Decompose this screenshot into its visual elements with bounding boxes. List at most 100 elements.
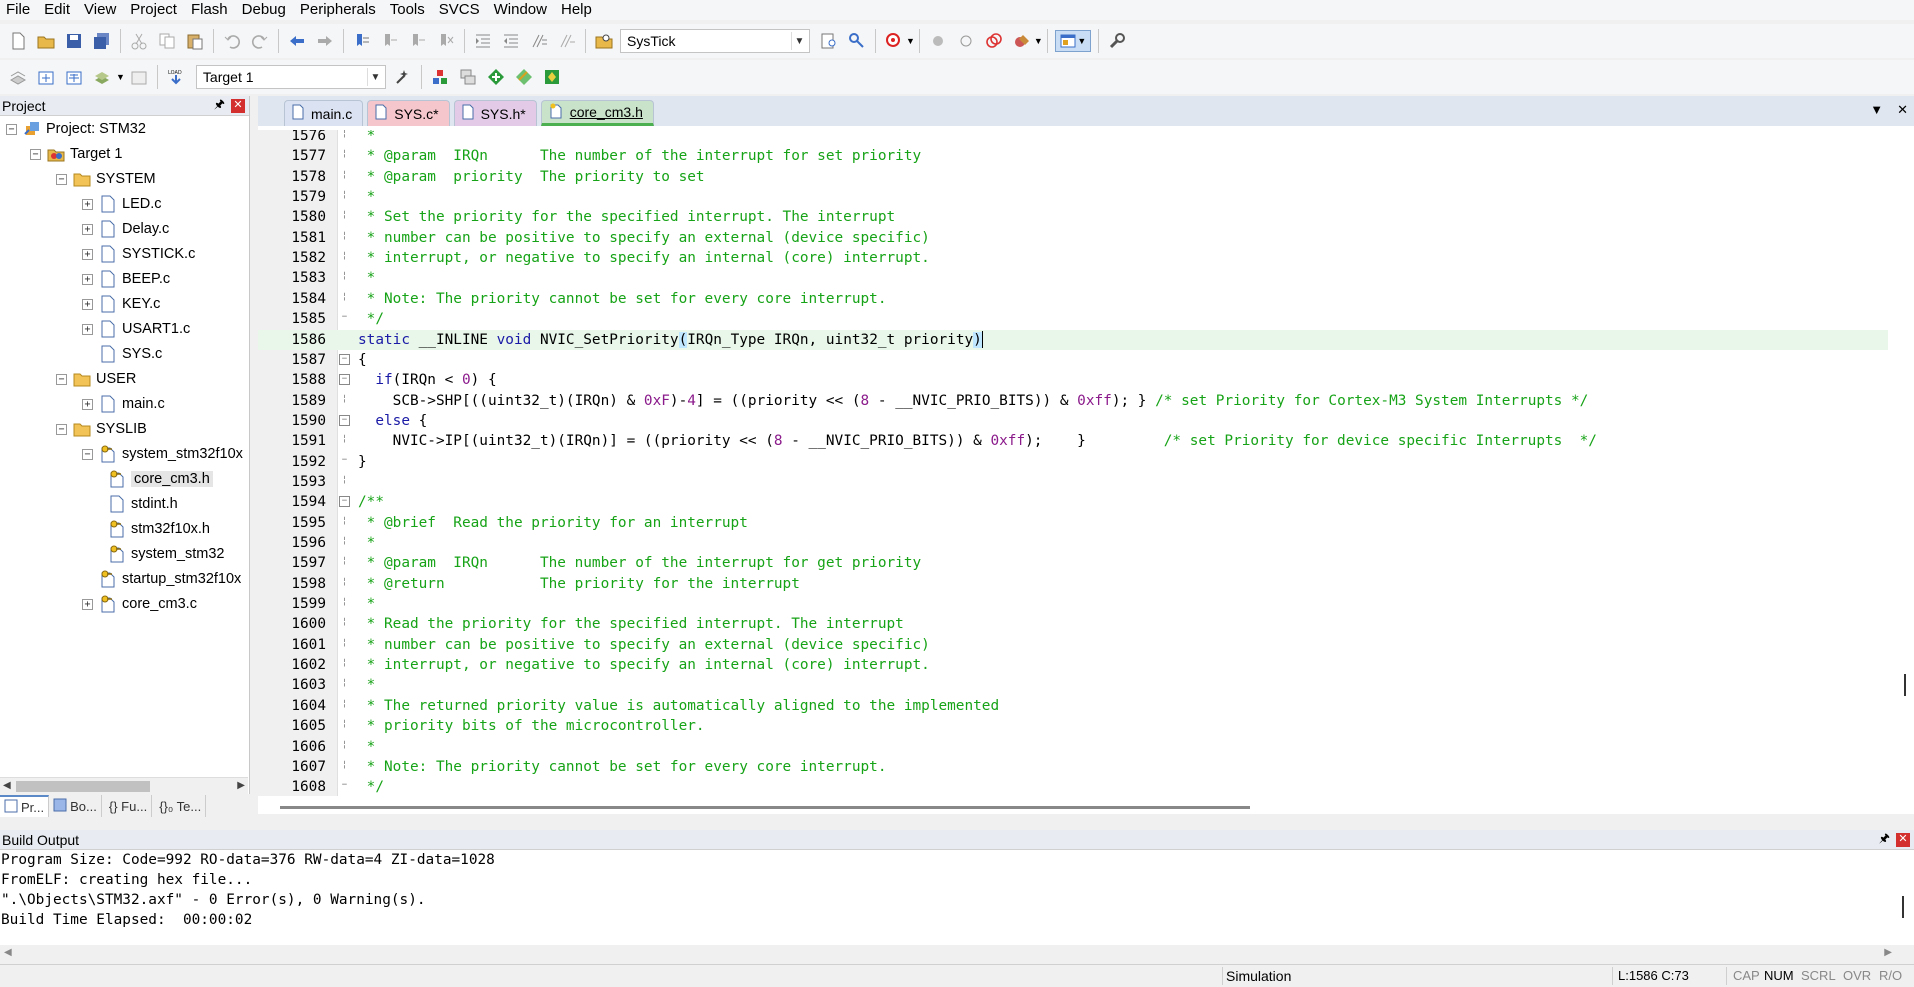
tree-item[interactable]: − USER bbox=[56, 368, 136, 390]
code-line[interactable]: 1578 ¦ * @param priority The priority to … bbox=[258, 167, 1888, 187]
code-line[interactable]: 1598 ¦ * @return The priority for the int… bbox=[258, 574, 1888, 594]
expand-icon[interactable]: + bbox=[82, 298, 93, 310]
comment-icon[interactable] bbox=[528, 30, 550, 52]
navigate-back-icon[interactable] bbox=[286, 30, 308, 52]
code-line[interactable]: 1600 ¦ * Read the priority for the specif… bbox=[258, 614, 1888, 634]
chevron-down-icon[interactable]: ▼ bbox=[1034, 36, 1043, 46]
expand-icon[interactable]: + bbox=[82, 198, 93, 210]
chevron-down-icon[interactable]: ▼ bbox=[116, 72, 125, 82]
code-line[interactable]: 1580 ¦ * Set the priority for the specifi… bbox=[258, 207, 1888, 227]
tree-item[interactable]: + core_cm3.c bbox=[82, 593, 197, 615]
manage-project-items-icon[interactable] bbox=[429, 66, 451, 88]
editor-hscrollbar[interactable] bbox=[280, 804, 1910, 812]
tree-item[interactable]: + SYSTICK.c bbox=[82, 243, 195, 265]
code-line[interactable]: 1601 ¦ * number can be positive to specif… bbox=[258, 635, 1888, 655]
menu-svcs[interactable]: SVCS bbox=[433, 0, 488, 20]
collapse-icon[interactable]: − bbox=[6, 123, 17, 135]
expand-icon[interactable]: + bbox=[82, 598, 93, 610]
code-line[interactable]: 1603 ¦ * bbox=[258, 675, 1888, 695]
scroll-right-icon[interactable]: ▶ bbox=[1884, 947, 1892, 958]
panel-tab-2[interactable]: {} Fu... bbox=[102, 795, 153, 817]
tree-item[interactable]: − Target 1 bbox=[30, 143, 122, 165]
tree-item[interactable]: −startup_stm32f10x bbox=[82, 568, 241, 590]
new-file-icon[interactable] bbox=[7, 30, 29, 52]
bookmark-clear-icon[interactable] bbox=[435, 30, 457, 52]
project-tree-hscrollbar[interactable]: ◀ ▶ bbox=[0, 777, 248, 794]
tree-item[interactable]: −core_cm3.h bbox=[108, 468, 213, 490]
translate-icon[interactable] bbox=[7, 66, 29, 88]
tree-item[interactable]: + USART1.c bbox=[82, 318, 190, 340]
breakpoint-insert-icon[interactable] bbox=[927, 30, 949, 52]
code-line[interactable]: 1588 − if(IRQn < 0) { bbox=[258, 370, 1888, 390]
build-icon[interactable] bbox=[35, 66, 57, 88]
download-load-icon[interactable]: LOAD bbox=[165, 66, 187, 88]
tree-item[interactable]: + main.c bbox=[82, 393, 165, 415]
code-line[interactable]: 1608 − */ bbox=[258, 777, 1888, 796]
code-line[interactable]: 1596 ¦ * bbox=[258, 533, 1888, 553]
code-line[interactable]: 1604 ¦ * The returned priority value is a… bbox=[258, 696, 1888, 716]
code-line[interactable]: 1592 −} bbox=[258, 452, 1888, 472]
configure-wrench-icon[interactable] bbox=[1106, 30, 1128, 52]
pin-icon[interactable]: 🖈 bbox=[1879, 829, 1890, 850]
code-line[interactable]: 1589 ¦ SCB->SHP[((uint32_t)(IRQn) & 0xF)-… bbox=[258, 391, 1888, 411]
fold-collapse-icon[interactable]: − bbox=[339, 353, 350, 365]
close-tab-icon[interactable]: ✕ bbox=[1897, 102, 1908, 118]
breakpoint-disable-all-icon[interactable] bbox=[983, 30, 1005, 52]
collapse-icon[interactable]: − bbox=[30, 148, 41, 160]
select-packs-icon[interactable] bbox=[513, 66, 535, 88]
code-area[interactable]: 1576 ¦ * 1577 ¦ * @param IRQn The number of… bbox=[258, 130, 1914, 796]
menu-project[interactable]: Project bbox=[124, 0, 185, 20]
scroll-right-icon[interactable]: ▶ bbox=[237, 780, 245, 791]
code-line[interactable]: 1593 ¦ bbox=[258, 472, 1888, 492]
find-in-files-icon[interactable] bbox=[593, 30, 615, 52]
bookmark-next-icon[interactable] bbox=[407, 30, 429, 52]
tree-item[interactable]: −stdint.h bbox=[108, 493, 178, 515]
menu-debug[interactable]: Debug bbox=[236, 0, 294, 20]
save-all-icon[interactable] bbox=[91, 30, 113, 52]
stop-build-icon[interactable] bbox=[128, 66, 150, 88]
menu-view[interactable]: View bbox=[78, 0, 124, 20]
scroll-left-icon[interactable]: ◀ bbox=[4, 947, 12, 958]
code-line[interactable]: 1602 ¦ * interrupt, or negative to specif… bbox=[258, 655, 1888, 675]
code-line[interactable]: 1597 ¦ * @param IRQn The number of the in… bbox=[258, 553, 1888, 573]
breakpoint-enable-icon[interactable] bbox=[955, 30, 977, 52]
code-line[interactable]: 1585 − */ bbox=[258, 309, 1888, 329]
replace-icon[interactable] bbox=[846, 30, 868, 52]
code-line[interactable]: 1607 ¦ * Note: The priority cannot be set… bbox=[258, 757, 1888, 777]
unindent-icon[interactable] bbox=[500, 30, 522, 52]
code-line[interactable]: 1586 static __INLINE void NVIC_SetPriorit… bbox=[258, 329, 1888, 350]
tree-item[interactable]: −system_stm32 bbox=[108, 543, 224, 565]
collapse-icon[interactable]: − bbox=[82, 448, 93, 460]
bookmark-toggle-icon[interactable] bbox=[351, 30, 373, 52]
code-line[interactable]: 1591 ¦ NVIC->IP[(uint32_t)(IRQn)] = ((pri… bbox=[258, 431, 1888, 451]
tree-item[interactable]: − SYSTEM bbox=[56, 168, 156, 190]
code-line[interactable]: 1595 ¦ * @brief Read the priority for an … bbox=[258, 513, 1888, 533]
panel-tab-0[interactable]: Pr... bbox=[0, 795, 50, 817]
chevron-down-icon[interactable]: ▼ bbox=[906, 36, 915, 46]
bookmark-prev-icon[interactable] bbox=[379, 30, 401, 52]
file-tab[interactable]: SYS.h* bbox=[453, 100, 537, 126]
open-folder-icon[interactable] bbox=[35, 30, 57, 52]
chevron-down-icon[interactable]: ▼ bbox=[366, 68, 383, 86]
menu-flash[interactable]: Flash bbox=[185, 0, 236, 20]
menu-edit[interactable]: Edit bbox=[38, 0, 78, 20]
code-line[interactable]: 1587 −{ bbox=[258, 350, 1888, 370]
tree-item[interactable]: + BEEP.c bbox=[82, 268, 170, 290]
tree-item[interactable]: − Project: STM32 bbox=[6, 118, 146, 140]
code-line[interactable]: 1605 ¦ * priority bits of the microcontro… bbox=[258, 716, 1888, 736]
tree-item[interactable]: − system_stm32f10x bbox=[82, 443, 243, 465]
menu-tools[interactable]: Tools bbox=[384, 0, 433, 20]
file-tab[interactable]: SYS.c* bbox=[367, 100, 450, 126]
paste-icon[interactable] bbox=[184, 30, 206, 52]
expand-icon[interactable]: + bbox=[82, 323, 93, 335]
expand-icon[interactable]: + bbox=[82, 248, 93, 260]
fold-collapse-icon[interactable]: − bbox=[339, 496, 350, 508]
tab-list-chevron-icon[interactable]: ▼ bbox=[1870, 102, 1883, 118]
menu-window[interactable]: Window bbox=[488, 0, 555, 20]
find-combo[interactable]: SysTick ▼ bbox=[620, 29, 810, 53]
chevron-down-icon[interactable]: ▼ bbox=[791, 32, 807, 50]
tree-item[interactable]: + LED.c bbox=[82, 193, 162, 215]
code-line[interactable]: 1583 ¦ * bbox=[258, 268, 1888, 288]
redo-icon[interactable] bbox=[249, 30, 271, 52]
code-line[interactable]: 1576 ¦ * bbox=[258, 130, 1888, 146]
